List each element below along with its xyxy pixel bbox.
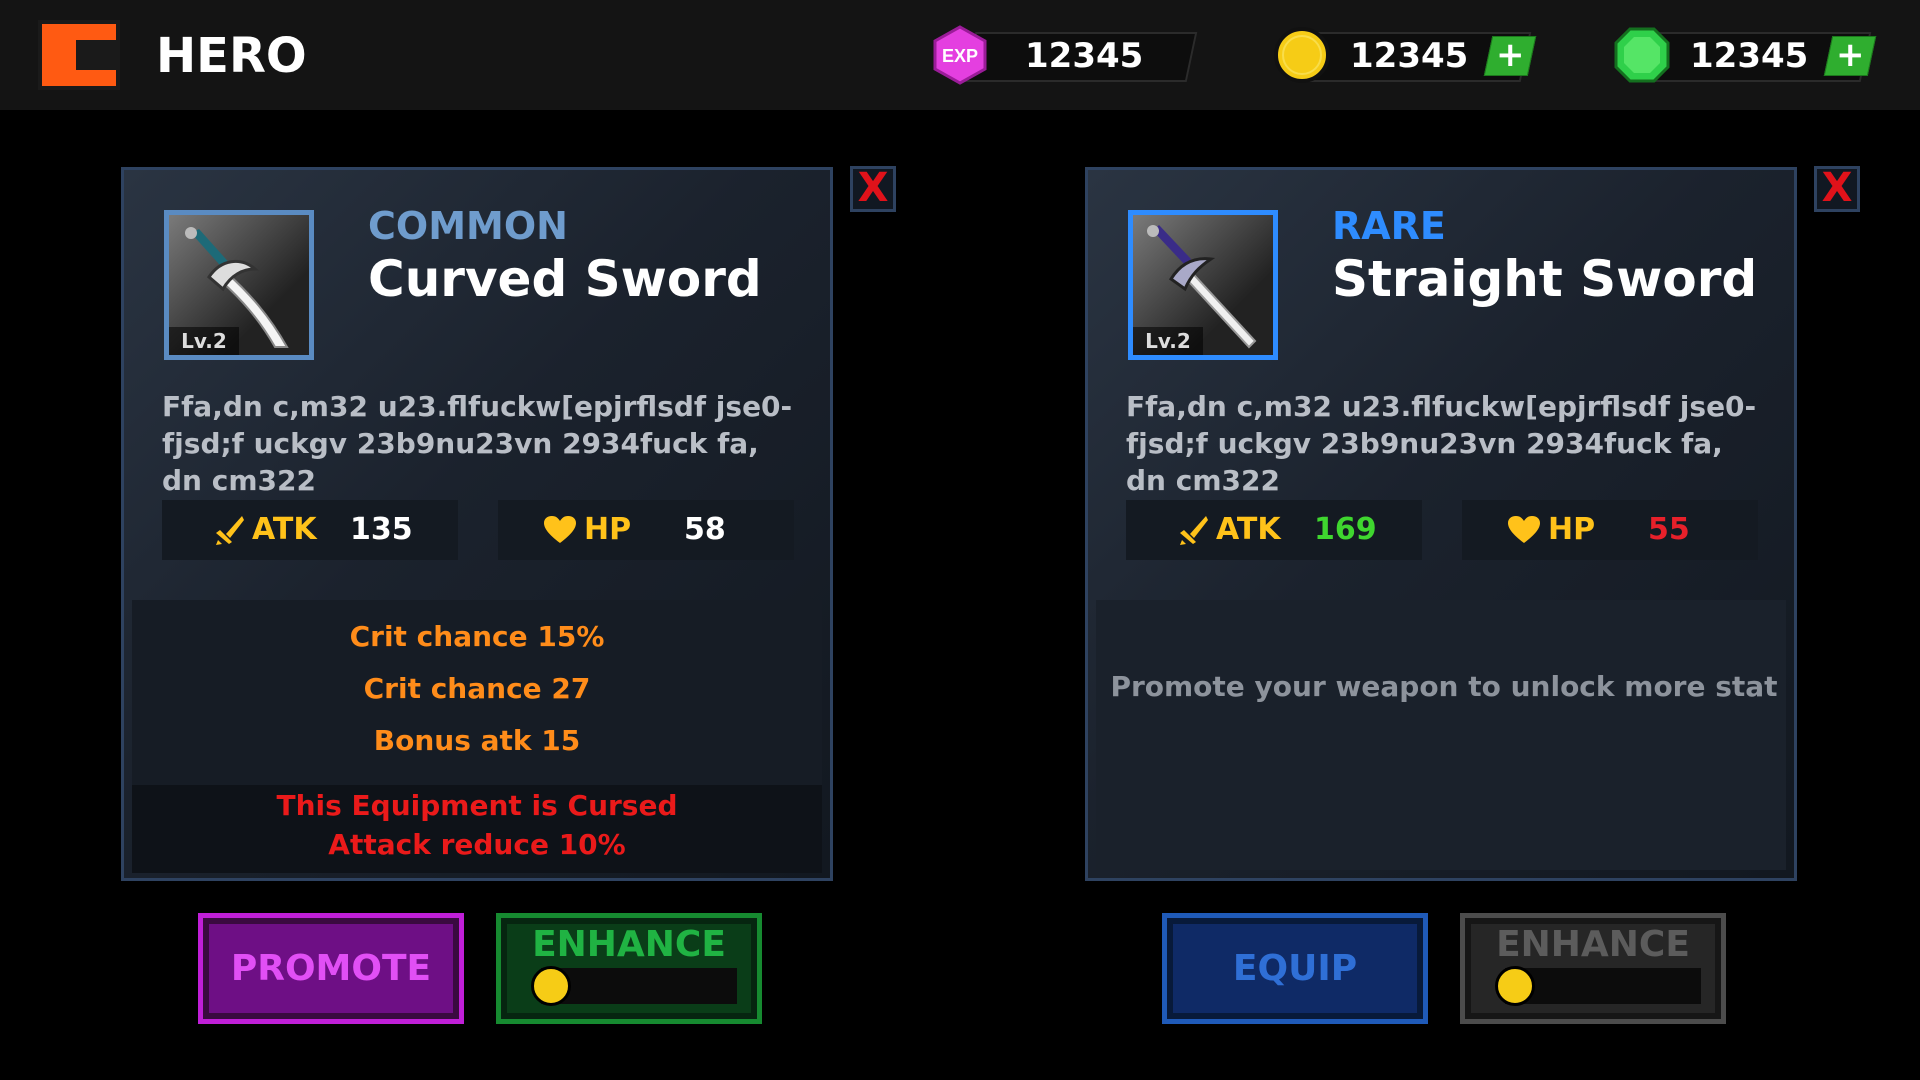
add-gem-button[interactable]: +	[1823, 35, 1877, 76]
sword-stat-icon	[216, 516, 244, 545]
gem-counter: 12345 +	[1612, 27, 1882, 83]
gold-value: 12345	[1350, 36, 1469, 76]
item-rarity: RARE	[1332, 204, 1446, 248]
exp-icon-label: EXP	[942, 46, 978, 66]
item-description: Ffa,dn c,m32 u23.flfuckw[epjrflsdf jse0-…	[162, 390, 793, 497]
item-card-current: Lv.2 COMMON Curved Sword Ffa,dn c,m32 u2…	[121, 167, 833, 881]
hp-value: 55	[1648, 512, 1690, 547]
plus-icon: +	[1835, 35, 1865, 75]
exp-hexagon-icon: EXP	[933, 25, 987, 85]
enhance-button-left[interactable]: ENHANCE	[496, 913, 762, 1024]
bonus-stat-line: Crit chance 27	[363, 672, 591, 705]
bonus-stat-line: Crit chance 15%	[349, 620, 605, 653]
heart-icon	[544, 516, 576, 543]
back-button[interactable]	[38, 20, 120, 90]
item-description: Ffa,dn c,m32 u23.flfuckw[epjrflsdf jse0-…	[1126, 390, 1757, 497]
green-gem-icon	[1614, 27, 1670, 83]
hp-value: 58	[684, 512, 726, 547]
item-rarity: COMMON	[368, 204, 568, 248]
curse-title: This Equipment is Cursed	[276, 789, 678, 822]
atk-value: 135	[350, 512, 413, 547]
item-level-label: Lv.2	[1133, 327, 1203, 355]
sword-stat-icon	[1180, 516, 1208, 545]
exp-counter: EXP 12345	[930, 25, 1200, 85]
item-card-compare: Lv.2 RARE Straight Sword Ffa,dn c,m32 u2…	[1085, 167, 1797, 881]
exp-value: 12345	[1025, 36, 1144, 76]
item-icon-frame: Lv.2	[1128, 210, 1278, 360]
gold-coin-icon	[1274, 27, 1330, 83]
item-name: Curved Sword	[368, 250, 762, 308]
heart-icon	[1508, 516, 1540, 543]
hp-stat: HP 58	[498, 500, 794, 560]
curse-effect: Attack reduce 10%	[328, 828, 626, 861]
locked-stats-message: Promote your weapon to unlock more stat	[1110, 670, 1778, 703]
enhance-label: ENHANCE	[532, 924, 726, 965]
promote-button[interactable]: PROMOTE	[198, 913, 464, 1024]
item-icon-frame: Lv.2	[164, 210, 314, 360]
atk-stat: ATK 169	[1126, 500, 1422, 560]
close-button-left[interactable]: X	[850, 166, 896, 212]
curse-panel: This Equipment is Cursed Attack reduce 1…	[132, 785, 822, 873]
add-gold-button[interactable]: +	[1483, 35, 1537, 76]
atk-label: ATK	[1216, 512, 1281, 547]
equip-label: EQUIP	[1232, 948, 1358, 989]
equip-button[interactable]: EQUIP	[1162, 913, 1428, 1024]
gold-counter: 12345 +	[1272, 27, 1542, 83]
item-level-label: Lv.2	[169, 327, 239, 355]
close-button-right[interactable]: X	[1814, 166, 1860, 212]
atk-value: 169	[1314, 512, 1377, 547]
page-title: HERO	[156, 28, 307, 84]
hp-label: HP	[584, 512, 632, 547]
top-bar: HERO EXP 12345 12345 + 12345 +	[0, 0, 1920, 110]
atk-label: ATK	[252, 512, 317, 547]
bonus-stats-panel-locked	[1096, 600, 1786, 870]
promote-label: PROMOTE	[230, 948, 432, 989]
gold-coin-icon	[1495, 966, 1535, 1006]
enhance-button-right[interactable]: ENHANCE	[1460, 913, 1726, 1024]
back-arrow-icon	[38, 20, 120, 90]
gold-coin-icon	[531, 966, 571, 1006]
enhance-label: ENHANCE	[1496, 924, 1690, 965]
bonus-stat-line: Bonus atk 15	[373, 724, 581, 757]
hp-stat: HP 55	[1462, 500, 1758, 560]
hp-label: HP	[1548, 512, 1596, 547]
atk-stat: ATK 135	[162, 500, 458, 560]
plus-icon: +	[1495, 35, 1525, 75]
gem-value: 12345	[1690, 36, 1809, 76]
item-name: Straight Sword	[1332, 250, 1758, 308]
